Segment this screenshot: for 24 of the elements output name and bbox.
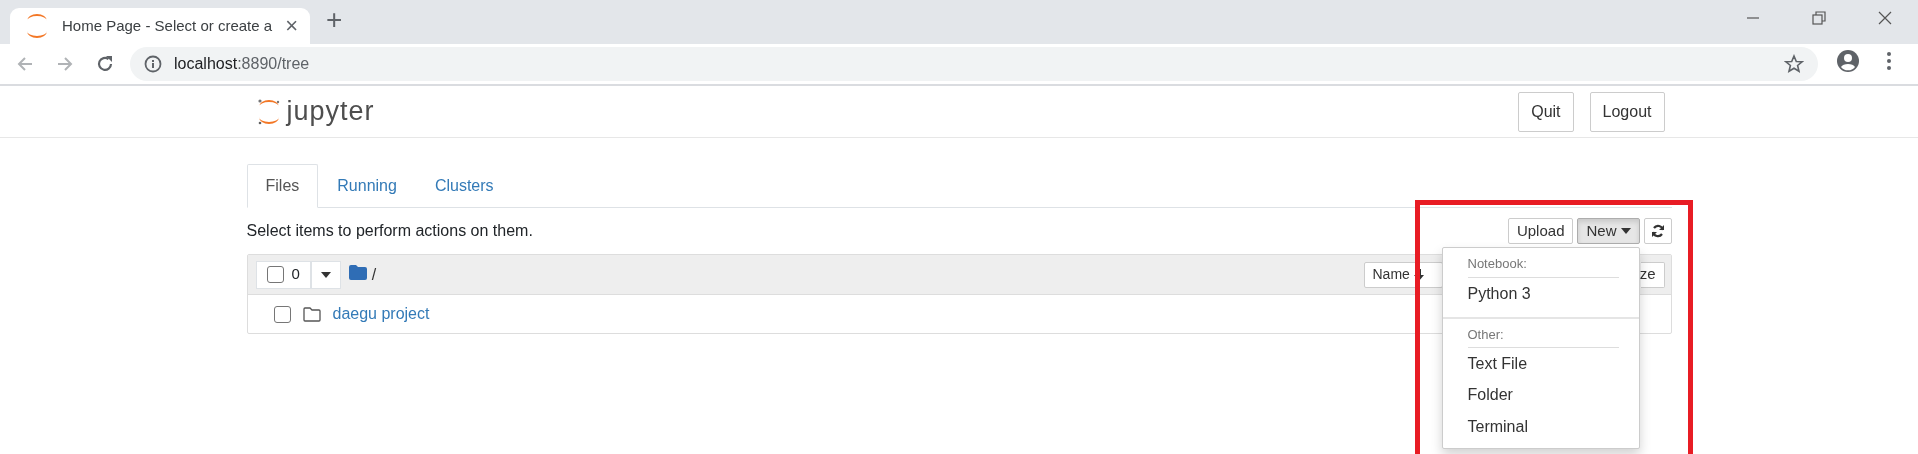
quit-button[interactable]: Quit [1518,91,1574,132]
new-dropdown-button[interactable]: New [1577,218,1640,244]
tab[interactable]: Files [246,164,319,208]
upload-button[interactable]: Upload [1507,218,1574,244]
menu-item[interactable]: Text File [1442,348,1639,380]
url-text: localhost:8890/tree [174,54,310,74]
logout-button[interactable]: Logout [1589,91,1665,132]
path-link[interactable]: / [371,262,377,287]
hint-text: Select items to perform actions on them. [246,221,533,241]
select-all-control[interactable]: 0 [255,260,311,289]
sort-button[interactable]: ze [1640,261,1665,288]
tab-close-button[interactable]: × [285,15,298,37]
address-bar[interactable]: localhost:8890/tree [130,47,1818,81]
menu-item[interactable]: Folder [1442,379,1639,411]
new-tab-button[interactable]: + [326,6,343,34]
logo-text[interactable]: jupyter [286,91,375,132]
tab[interactable]: Running [318,164,416,208]
item-link[interactable]: daegu project [332,302,430,326]
menu-header: Other: [1467,322,1619,349]
browser-tab[interactable]: Home Page - Select or create a × [10,8,310,44]
tab[interactable]: Clusters [415,164,513,208]
menu-item[interactable]: Python 3 [1442,277,1639,309]
menu-header: Notebook: [1467,252,1619,278]
menu-item[interactable]: Terminal [1442,410,1639,442]
